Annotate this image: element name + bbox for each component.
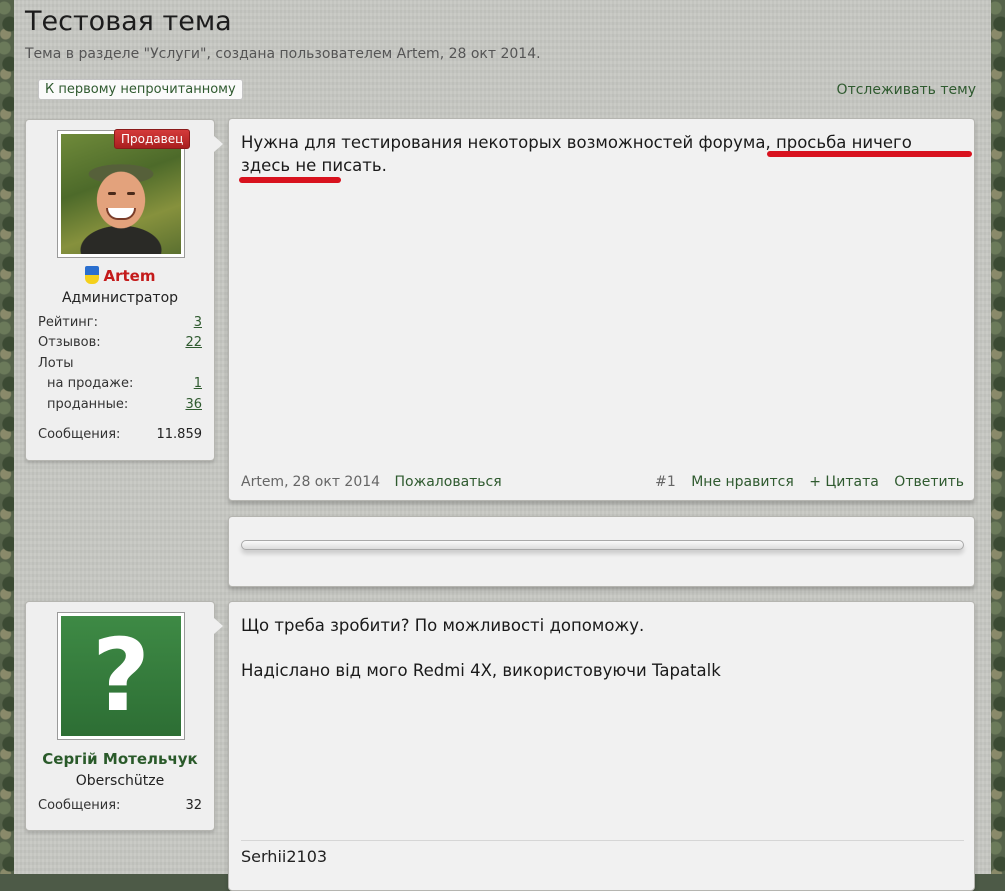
user-card-sergii: ? Сергій Мотельчук Oberschütze Сообщения… bbox=[25, 601, 223, 831]
username-artem[interactable]: Artem bbox=[26, 266, 214, 285]
avatar-smile bbox=[106, 208, 136, 220]
stat-rating-value[interactable]: 3 bbox=[194, 315, 202, 330]
quote-link[interactable]: + Цитата bbox=[809, 474, 879, 490]
page-content: Тестовая тема Тема в разделе "Услуги", с… bbox=[14, 0, 991, 891]
post-1-footer-right: #1 Мне нравится + Цитата Ответить bbox=[644, 474, 964, 490]
stat-on-sale-label: на продаже: bbox=[47, 376, 134, 391]
stat-sold-value[interactable]: 36 bbox=[185, 397, 202, 412]
post-message-1: Нужна для тестирования некоторых возможн… bbox=[228, 118, 975, 501]
post-number-link[interactable]: #1 bbox=[655, 474, 676, 490]
avatar-eye-left bbox=[108, 192, 116, 195]
default-avatar-question-icon: ? bbox=[61, 616, 181, 736]
user-card-artem: Продавец Artem Администратор Рейтинг: 3 … bbox=[25, 119, 223, 461]
signature-divider bbox=[241, 840, 964, 841]
post-1-footer: Artem, 28 окт 2014 Пожаловаться #1 Мне нр… bbox=[241, 474, 964, 490]
user-title: Администратор bbox=[61, 290, 179, 306]
stat-messages-label: Сообщения: bbox=[38, 427, 121, 442]
stat-on-sale: на продаже: 1 bbox=[38, 376, 202, 391]
stat-rating: Рейтинг: 3 bbox=[38, 315, 202, 330]
username-sergii[interactable]: Сергій Мотельчук bbox=[26, 750, 214, 768]
post-author-sep: , bbox=[284, 474, 289, 490]
avatar-image bbox=[61, 134, 181, 254]
like-link[interactable]: Мне нравится bbox=[691, 474, 794, 490]
post-2-text: Що треба зробити? По можливості допоможу… bbox=[241, 614, 964, 682]
stat-sold: проданные: 36 bbox=[38, 397, 202, 412]
watch-thread-link[interactable]: Отслеживать тему bbox=[837, 82, 976, 98]
stat-messages: Сообщения: 32 bbox=[38, 798, 202, 813]
divider-bar bbox=[241, 540, 964, 550]
stat-on-sale-value[interactable]: 1 bbox=[194, 376, 202, 391]
seller-badge: Продавец bbox=[114, 129, 191, 149]
stat-reviews: Отзывов: 22 bbox=[38, 335, 202, 350]
user-title: Oberschütze bbox=[75, 773, 165, 789]
stat-messages-value: 11.859 bbox=[156, 427, 203, 442]
avatar-eye-right bbox=[127, 192, 135, 195]
username-text[interactable]: Artem bbox=[104, 267, 156, 285]
signature-text: Serhii2103 bbox=[241, 847, 328, 866]
stat-rating-label: Рейтинг: bbox=[38, 315, 99, 330]
stat-lots: Лоты bbox=[38, 356, 202, 371]
reply-link[interactable]: Ответить bbox=[894, 474, 964, 490]
red-underline-2 bbox=[239, 177, 341, 183]
post-1-footer-left: Artem, 28 окт 2014 Пожаловаться bbox=[241, 474, 502, 490]
post-2-line-1: Що треба зробити? По можливості допоможу… bbox=[241, 616, 645, 635]
stat-messages: Сообщения: 11.859 bbox=[38, 427, 202, 442]
divider-box bbox=[228, 516, 975, 587]
post-author-link[interactable]: Artem bbox=[241, 474, 284, 490]
stat-sold-label: проданные: bbox=[47, 397, 129, 412]
thread-subtitle: Тема в разделе "Услуги", создана пользов… bbox=[25, 46, 541, 62]
post-message-2: Що треба зробити? По можливості допоможу… bbox=[228, 601, 975, 891]
avatar-artem[interactable] bbox=[57, 130, 185, 258]
first-unread-button[interactable]: К первому непрочитанному bbox=[38, 79, 243, 100]
left-camo-border bbox=[0, 0, 14, 874]
post-date[interactable]: 28 окт 2014 bbox=[293, 474, 381, 490]
post-2-line-2: Надіслано від мого Redmi 4X, використову… bbox=[241, 661, 721, 680]
red-underline-1 bbox=[767, 151, 972, 157]
stat-reviews-label: Отзывов: bbox=[38, 335, 101, 350]
stat-messages-label: Сообщения: bbox=[38, 798, 121, 813]
right-camo-border bbox=[991, 0, 1005, 874]
stat-lots-label: Лоты bbox=[38, 356, 74, 371]
avatar-sergii[interactable]: ? bbox=[57, 612, 185, 740]
stat-reviews-value[interactable]: 22 bbox=[185, 335, 202, 350]
thread-title: Тестовая тема bbox=[25, 6, 232, 37]
ukraine-trident-icon bbox=[84, 266, 99, 284]
report-link[interactable]: Пожаловаться bbox=[395, 474, 502, 490]
stat-messages-value: 32 bbox=[185, 798, 202, 813]
